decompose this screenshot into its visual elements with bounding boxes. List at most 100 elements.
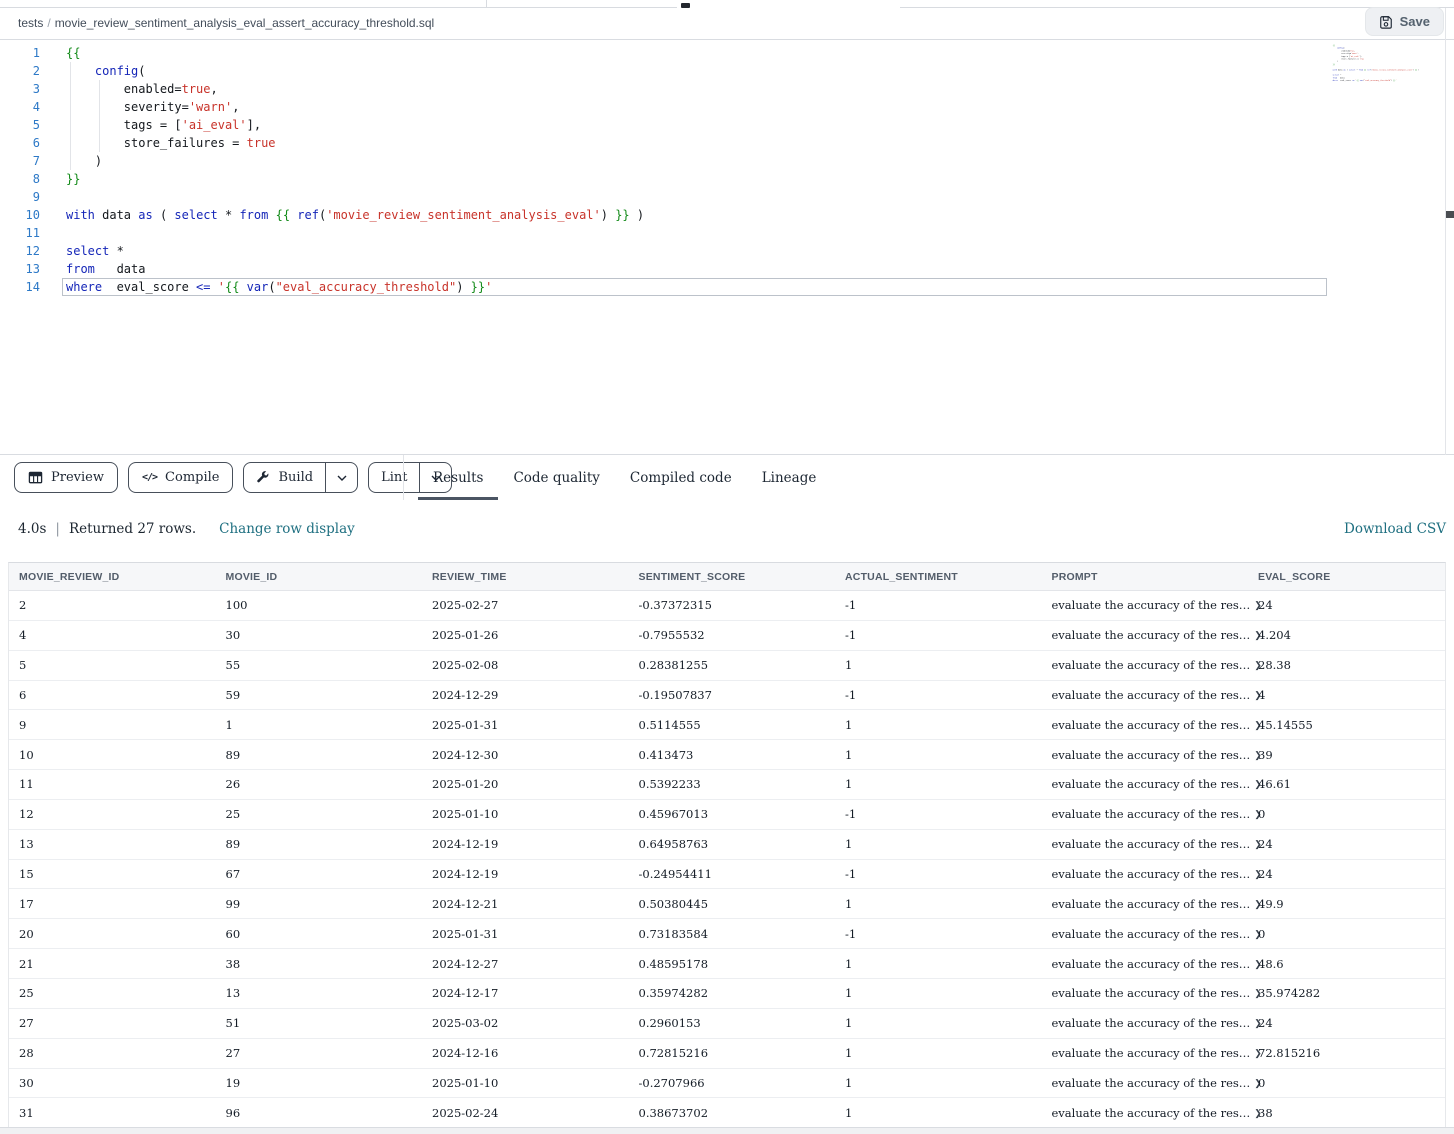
code-line[interactable]: with data as ( select * from {{ ref('mov… xyxy=(62,206,1327,224)
tab-results[interactable]: Results xyxy=(418,455,498,500)
table-row[interactable]: 13892024-12-190.649587631evaluate the ac… xyxy=(9,830,1445,860)
tab-lineage[interactable]: Lineage xyxy=(747,455,832,500)
cell-eval_score: 38 xyxy=(1248,1106,1445,1120)
query-status: 4.0s | Returned 27 rows. Change row disp… xyxy=(18,521,355,537)
table-row[interactable]: 28272024-12-160.728152161evaluate the ac… xyxy=(9,1039,1445,1069)
table-row[interactable]: 6592024-12-29-0.19507837-1evaluate the a… xyxy=(9,681,1445,711)
code-line[interactable] xyxy=(62,224,1327,242)
query-time: 4.0s xyxy=(18,521,46,537)
preview-button[interactable]: Preview xyxy=(14,462,118,493)
column-header-prompt[interactable]: PROMPT xyxy=(1042,571,1249,583)
table-row[interactable]: 11262025-01-200.53922331evaluate the acc… xyxy=(9,770,1445,800)
code-line[interactable]: select * xyxy=(62,242,1327,260)
column-header-movie_review_id[interactable]: MOVIE_REVIEW_ID xyxy=(9,571,216,583)
lint-button[interactable]: Lint xyxy=(369,463,419,492)
line-number: 6 xyxy=(0,134,40,152)
compile-button[interactable]: </> Compile xyxy=(128,462,234,493)
code-line[interactable]: {{ xyxy=(62,44,1327,62)
cell-eval_score: 39 xyxy=(1248,748,1445,762)
table-row[interactable]: 5552025-02-080.283812551evaluate the acc… xyxy=(9,651,1445,681)
code-line[interactable]: where eval_score <= '{{ var("eval_accura… xyxy=(1332,79,1437,82)
cell-review_time: 2024-12-17 xyxy=(422,986,629,1000)
cell-actual_sentiment: -1 xyxy=(835,628,1042,642)
table-row[interactable]: 21382024-12-270.485951781evaluate the ac… xyxy=(9,949,1445,979)
save-button[interactable]: Save xyxy=(1365,7,1444,36)
code-line[interactable]: enabled=true, xyxy=(62,80,1327,98)
table-row[interactable]: 4302025-01-26-0.7955532-1evaluate the ac… xyxy=(9,621,1445,651)
preview-button-label: Preview xyxy=(51,470,104,485)
column-header-actual_sentiment[interactable]: ACTUAL_SENTIMENT xyxy=(835,571,1042,583)
line-number: 5 xyxy=(0,116,40,134)
prompt-truncated-text: evaluate the accuracy of the res… xyxy=(1052,688,1251,702)
code-line[interactable]: config( xyxy=(62,62,1327,80)
download-csv-link[interactable]: Download CSV xyxy=(1344,521,1446,537)
prompt-truncated-text: evaluate the accuracy of the res… xyxy=(1052,837,1251,851)
prompt-cell: evaluate the accuracy of the res…❯ xyxy=(1042,598,1249,612)
table-row[interactable]: 17992024-12-210.503804451evaluate the ac… xyxy=(9,889,1445,919)
code-line[interactable]: tags = ['ai_eval'], xyxy=(62,116,1327,134)
cell-sentiment_score: -0.24954411 xyxy=(629,867,836,881)
cell-sentiment_score: 0.2960153 xyxy=(629,1016,836,1030)
tab-code-quality[interactable]: Code quality xyxy=(498,455,614,500)
code-line[interactable]: ) xyxy=(62,152,1327,170)
code-line[interactable]: }} xyxy=(62,170,1327,188)
cell-movie_id: 99 xyxy=(216,897,423,911)
code-line[interactable]: store_failures = true xyxy=(62,134,1327,152)
code-line[interactable] xyxy=(62,188,1327,206)
build-button[interactable]: Build xyxy=(244,463,325,492)
dbt-ide-window: tests/movie_review_sentiment_analysis_ev… xyxy=(0,0,1454,1134)
cell-review_time: 2025-01-26 xyxy=(422,628,629,642)
cell-eval_score: 72.815216 xyxy=(1248,1046,1445,1060)
minimap[interactable]: {{ config( enabled=true, severity='warn'… xyxy=(1332,44,1444,424)
code-line[interactable]: severity='warn', xyxy=(62,98,1327,116)
cell-sentiment_score: 0.35974282 xyxy=(629,986,836,1000)
results-table: MOVIE_REVIEW_IDMOVIE_IDREVIEW_TIMESENTIM… xyxy=(8,562,1446,1127)
prompt-truncated-text: evaluate the accuracy of the res… xyxy=(1052,957,1251,971)
line-number: 14 xyxy=(0,278,40,296)
cell-review_time: 2025-01-31 xyxy=(422,927,629,941)
cell-movie_review_id: 4 xyxy=(9,628,216,642)
table-row[interactable]: 21002025-02-27-0.37372315-1evaluate the … xyxy=(9,591,1445,621)
page-scrollbar-handle[interactable] xyxy=(1446,211,1454,218)
save-button-label: Save xyxy=(1400,14,1430,29)
cell-review_time: 2025-02-08 xyxy=(422,658,629,672)
table-row[interactable]: 20602025-01-310.73183584-1evaluate the a… xyxy=(9,919,1445,949)
build-dropdown-button[interactable] xyxy=(325,463,357,492)
breadcrumb-dir[interactable]: tests xyxy=(18,16,43,30)
column-header-eval_score[interactable]: EVAL_SCORE xyxy=(1248,571,1445,583)
code-lines[interactable]: {{ config( enabled=true, severity='warn'… xyxy=(62,44,1327,296)
column-header-sentiment_score[interactable]: SENTIMENT_SCORE xyxy=(629,571,836,583)
cell-movie_review_id: 6 xyxy=(9,688,216,702)
table-row[interactable]: 30192025-01-10-0.27079661evaluate the ac… xyxy=(9,1069,1445,1099)
prompt-cell: evaluate the accuracy of the res…❯ xyxy=(1042,1076,1249,1090)
cell-actual_sentiment: 1 xyxy=(835,1016,1042,1030)
table-row[interactable]: 15672024-12-19-0.24954411-1evaluate the … xyxy=(9,860,1445,890)
cell-eval_score: 46.61 xyxy=(1248,777,1445,791)
table-row[interactable]: 25132024-12-170.359742821evaluate the ac… xyxy=(9,979,1445,1009)
change-row-display-link[interactable]: Change row display xyxy=(219,521,355,537)
table-row[interactable]: 31962025-02-240.386737021evaluate the ac… xyxy=(9,1098,1445,1127)
table-row[interactable]: 27512025-03-020.29601531evaluate the acc… xyxy=(9,1009,1445,1039)
column-header-review_time[interactable]: REVIEW_TIME xyxy=(422,571,629,583)
table-row[interactable]: 912025-01-310.51145551evaluate the accur… xyxy=(9,710,1445,740)
toolbar-divider xyxy=(403,455,404,500)
cell-movie_id: 38 xyxy=(216,957,423,971)
table-header-row: MOVIE_REVIEW_IDMOVIE_IDREVIEW_TIMESENTIM… xyxy=(9,563,1445,591)
cell-sentiment_score: 0.5392233 xyxy=(629,777,836,791)
table-row[interactable]: 10892024-12-300.4134731evaluate the accu… xyxy=(9,740,1445,770)
cell-review_time: 2024-12-29 xyxy=(422,688,629,702)
column-header-movie_id[interactable]: MOVIE_ID xyxy=(216,571,423,583)
cell-actual_sentiment: 1 xyxy=(835,718,1042,732)
table-row[interactable]: 12252025-01-100.45967013-1evaluate the a… xyxy=(9,800,1445,830)
tab-compiled-code[interactable]: Compiled code xyxy=(615,455,747,500)
prompt-cell: evaluate the accuracy of the res…❯ xyxy=(1042,718,1249,732)
horizontal-scrollbar-track[interactable] xyxy=(0,1127,1454,1134)
cell-actual_sentiment: -1 xyxy=(835,688,1042,702)
code-line[interactable]: from data xyxy=(62,260,1327,278)
prompt-cell: evaluate the accuracy of the res…❯ xyxy=(1042,837,1249,851)
code-editor[interactable]: 1234567891011121314 {{ config( enabled=t… xyxy=(0,40,1454,455)
code-line[interactable]: where eval_score <= '{{ var("eval_accura… xyxy=(62,278,1327,296)
cell-sentiment_score: 0.72815216 xyxy=(629,1046,836,1060)
code-lines[interactable]: {{ config( enabled=true, severity='warn'… xyxy=(1332,44,1437,82)
cell-eval_score: 49.9 xyxy=(1248,897,1445,911)
